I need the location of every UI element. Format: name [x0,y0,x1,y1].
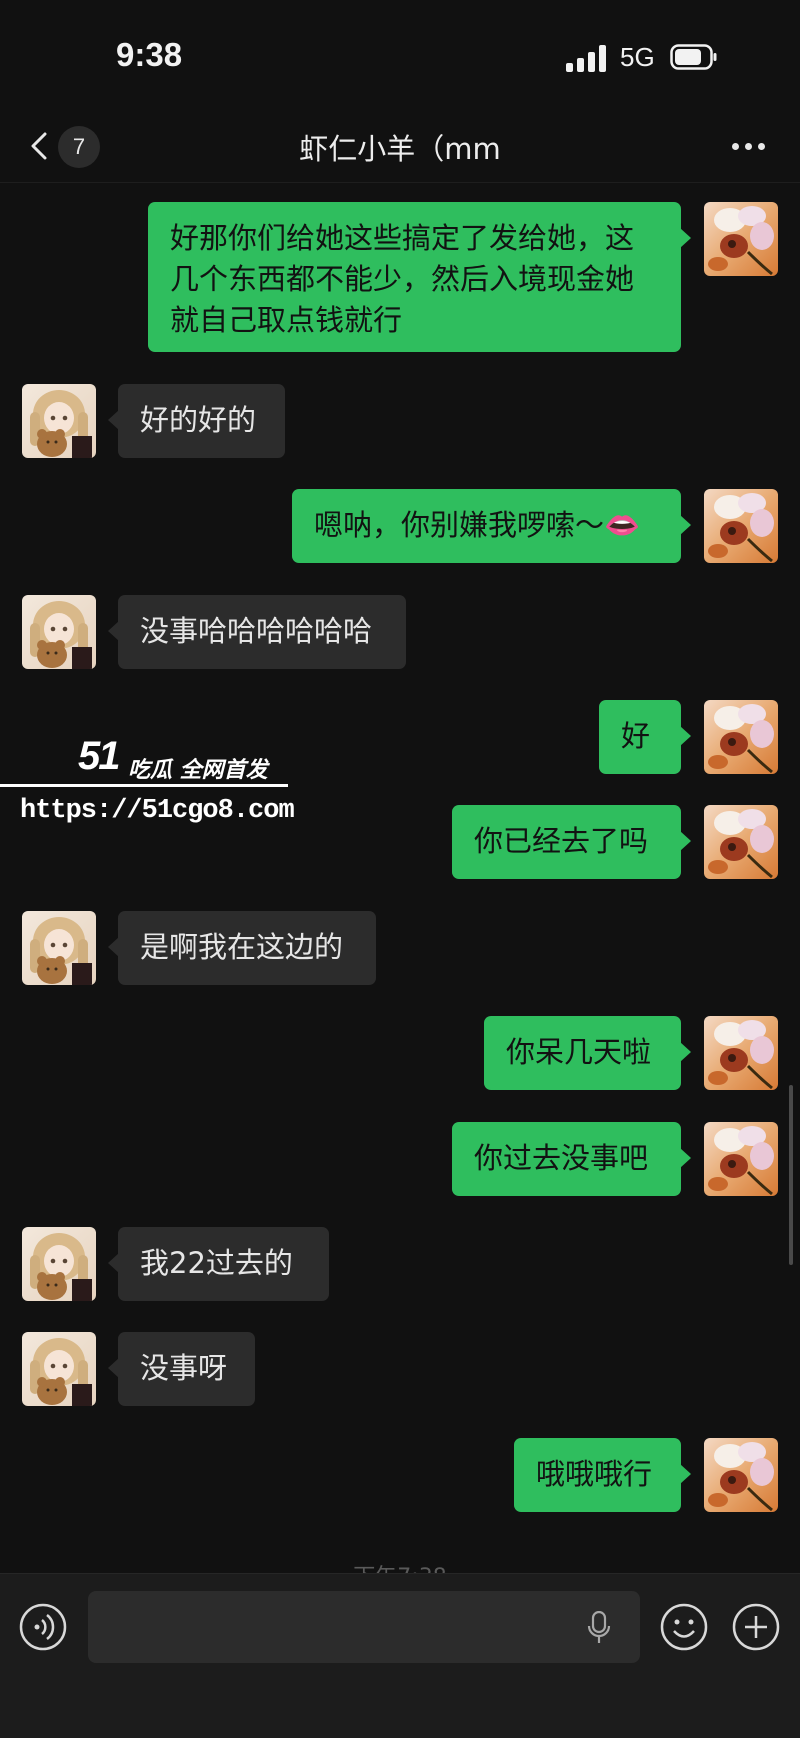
message-list[interactable]: 好那你们给她这些搞定了发给她，这几个东西都不能少，然后入境现金她就自己取点钱就行… [0,183,800,1573]
voice-input-icon[interactable] [18,1602,68,1652]
outgoing-message-bubble[interactable]: 哦哦哦行 [514,1438,691,1512]
incoming-message-bubble[interactable]: 是啊我在这边的 [108,911,376,985]
time-divider: 下午7:38 [0,1559,800,1573]
incoming-message-bubble[interactable]: 没事呀 [108,1332,255,1406]
status-bar: 9:38 5G [0,0,800,110]
chat-screen: 9:38 5G 7 虾仁小羊（mm 好那你们给她这些搞定了发给她，这几个东西都不… [0,0,800,1738]
my-avatar[interactable] [704,202,778,276]
my-avatar[interactable] [704,805,778,879]
ellipsis-icon [732,143,739,150]
watermark-logo: 51 [78,734,120,778]
chevron-left-icon [31,132,47,160]
status-time: 9:38 [116,36,183,73]
contact-avatar[interactable] [22,1332,96,1406]
unread-count-badge: 7 [58,126,100,168]
network-type: 5G [620,42,655,72]
signal-strength-icon [566,44,610,72]
my-avatar[interactable] [704,1122,778,1196]
chat-title: 虾仁小羊（mm [299,132,501,166]
outgoing-message-bubble[interactable]: 你呆几天啦 [484,1016,691,1090]
incoming-message-bubble[interactable]: 我22过去的 [108,1227,329,1301]
contact-avatar[interactable] [22,595,96,669]
emoji-icon[interactable] [659,1602,709,1652]
contact-avatar[interactable] [22,384,96,458]
watermark-divider [0,784,288,787]
my-avatar[interactable] [704,1016,778,1090]
my-avatar[interactable] [704,489,778,563]
outgoing-message-bubble[interactable]: 好 [599,700,691,774]
battery-icon [670,44,717,70]
incoming-message-bubble[interactable]: 没事哈哈哈哈哈哈 [108,595,406,669]
microphone-icon[interactable] [586,1611,612,1645]
message-input-bar [0,1573,800,1738]
my-avatar[interactable] [704,1438,778,1512]
plus-icon[interactable] [731,1602,781,1652]
watermark-url: https://51cgo8.com [20,796,295,826]
more-options-button[interactable] [724,126,774,166]
back-button[interactable]: 7 [22,120,106,172]
watermark: 51 吃瓜 全网首发 https://51cgo8.com [0,730,300,840]
outgoing-message-bubble[interactable]: 你过去没事吧 [452,1122,691,1196]
message-text-field[interactable] [88,1591,640,1663]
watermark-tagline: 吃瓜 全网首发 [128,758,268,783]
outgoing-message-bubble[interactable]: 嗯呐，你别嫌我啰嗦～👄 [292,489,691,563]
scrollbar[interactable] [789,1085,793,1265]
outgoing-message-bubble[interactable]: 你已经去了吗 [452,805,691,879]
incoming-message-bubble[interactable]: 好的好的 [108,384,285,458]
outgoing-message-bubble[interactable]: 好那你们给她这些搞定了发给她，这几个东西都不能少，然后入境现金她就自己取点钱就行 [148,202,691,352]
chat-header: 7 虾仁小羊（mm [0,110,800,183]
my-avatar[interactable] [704,700,778,774]
contact-avatar[interactable] [22,1227,96,1301]
contact-avatar[interactable] [22,911,96,985]
